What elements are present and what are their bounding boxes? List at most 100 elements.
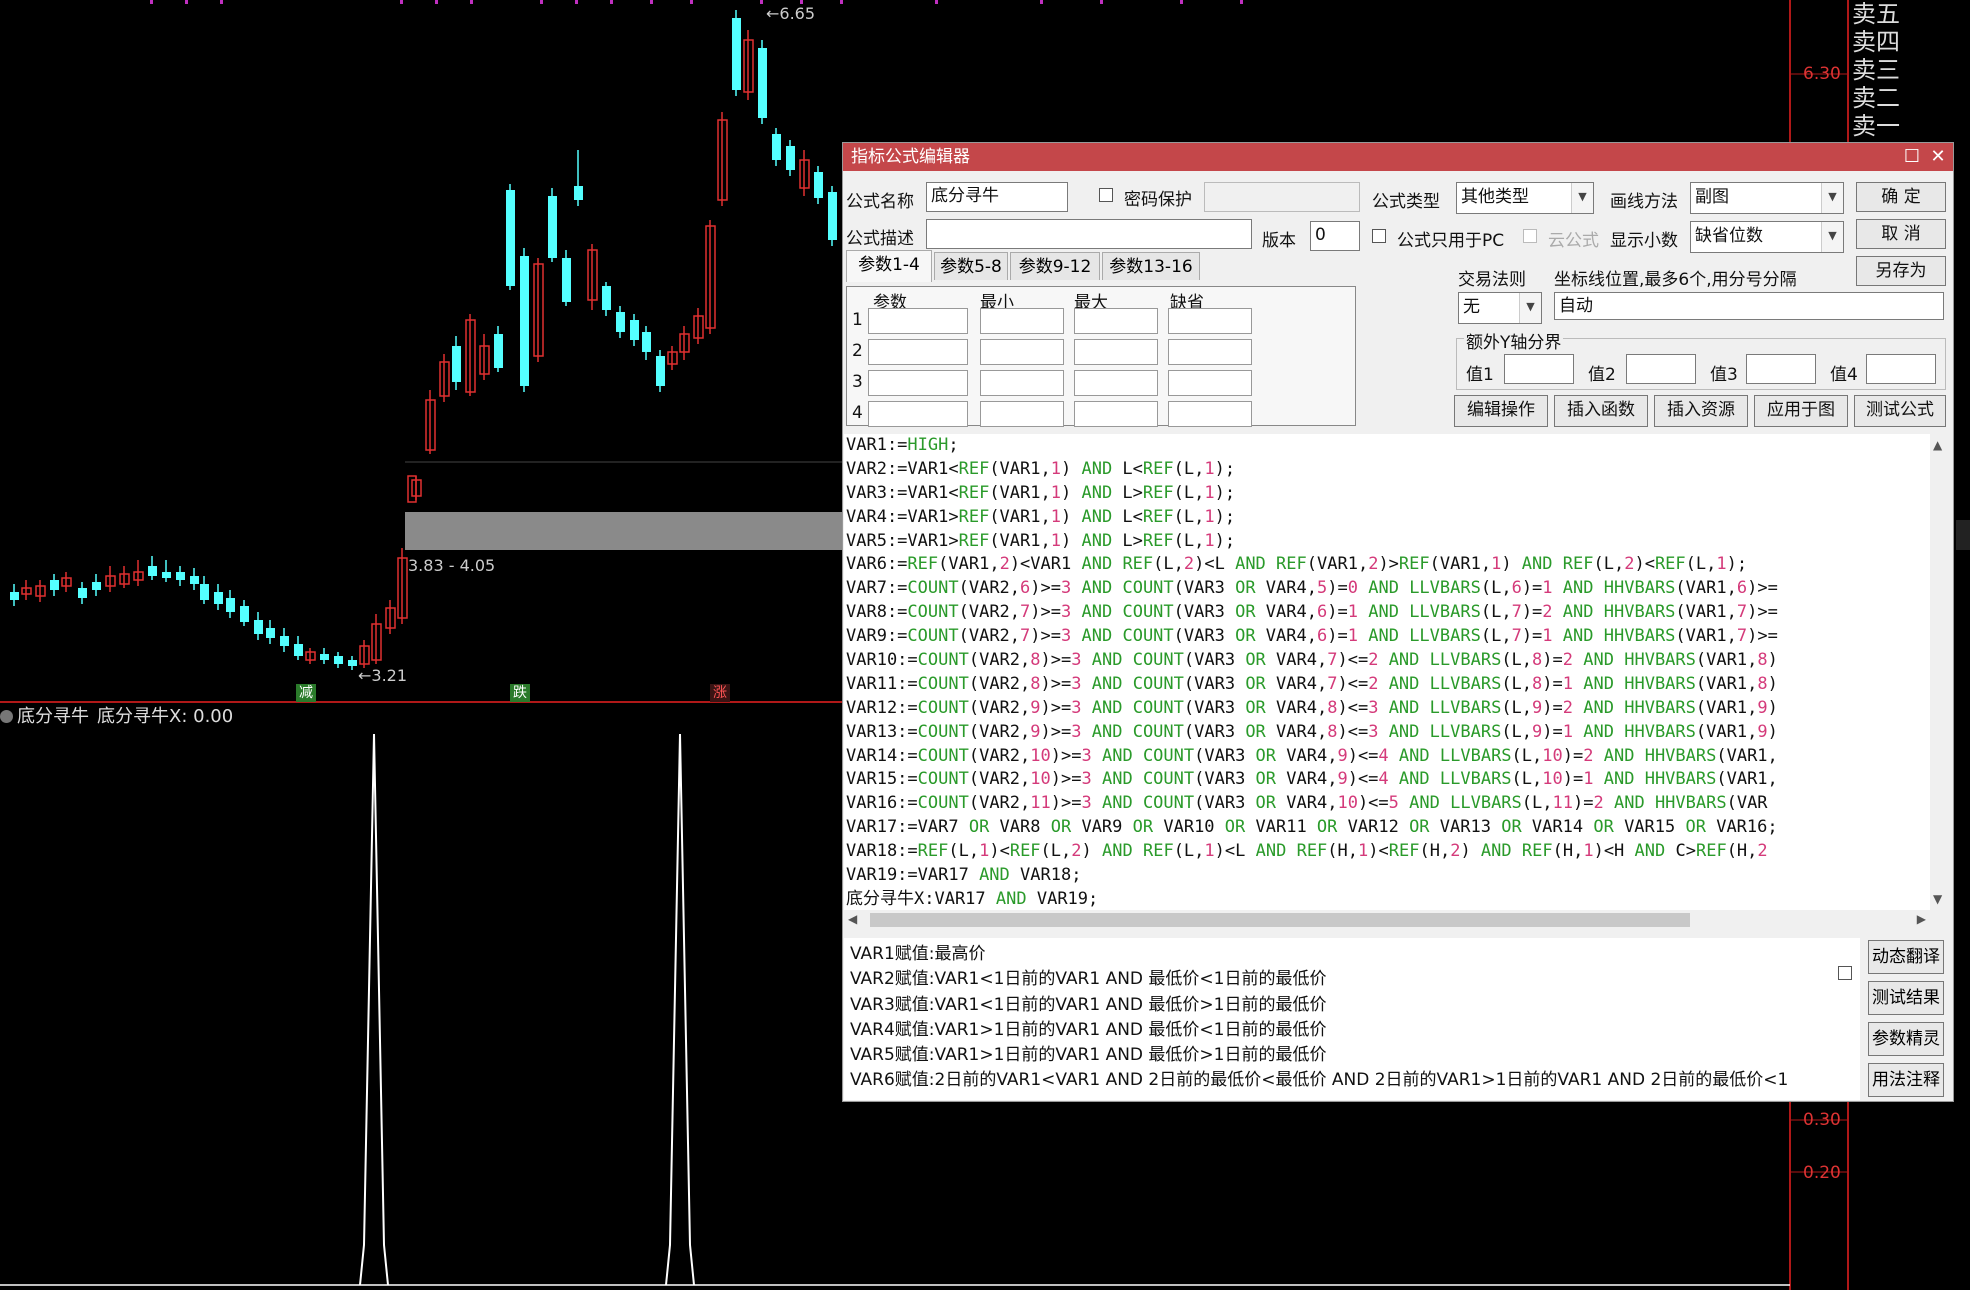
top-dot (650, 0, 653, 4)
tab-params-9-12[interactable]: 参数9-12 (1010, 252, 1100, 280)
draw-method-select[interactable]: 副图 ▼ (1690, 182, 1844, 214)
scroll-right-icon[interactable]: ▶ (1917, 912, 1926, 926)
sell1-label: 卖一 (1852, 112, 1900, 140)
code-line: VAR7:=COUNT(VAR2,6)>=3 AND COUNT(VAR3 OR… (846, 578, 1778, 599)
horizontal-scroll-thumb[interactable] (870, 913, 1690, 927)
apply-to-chart-button[interactable]: 应用于图 (1754, 395, 1848, 427)
param-cell-r4-c3[interactable] (1074, 401, 1158, 427)
param-cell-r2-c3[interactable] (1074, 339, 1158, 365)
indicator-spike (665, 733, 695, 1286)
param-row-number: 2 (852, 341, 863, 361)
formula-name-input[interactable]: 底分寻牛 (926, 182, 1068, 212)
candle-body (254, 620, 263, 634)
top-dot (1100, 0, 1103, 4)
scroll-up-icon[interactable]: ▲ (1933, 438, 1942, 452)
signal-marker: 跌 (510, 684, 530, 702)
trade-rule-select[interactable]: 无 ▼ (1458, 292, 1542, 324)
param-cell-r1-c4[interactable] (1168, 308, 1252, 334)
sell3-label: 卖三 (1852, 56, 1900, 84)
param-cell-r2-c4[interactable] (1168, 339, 1252, 365)
signal-marker: 减 (296, 684, 316, 702)
formula-code-editor[interactable]: VAR1:=HIGH; VAR2:=VAR1<REF(VAR1,1) AND L<… (844, 434, 1930, 910)
top-dot (1180, 0, 1183, 4)
candle-body (772, 134, 781, 160)
version-input[interactable]: 0 (1310, 221, 1360, 251)
tab-params-5-8[interactable]: 参数5-8 (934, 252, 1008, 280)
save-as-button[interactable]: 另存为 (1856, 256, 1946, 286)
param-cell-r2-c2[interactable] (980, 339, 1064, 365)
test-results-button[interactable]: 测试结果 (1868, 981, 1944, 1015)
candle-body (10, 592, 19, 600)
axis-position-input[interactable]: 自动 (1554, 292, 1944, 320)
maximize-icon[interactable]: ☐ (1899, 143, 1925, 171)
param-wizard-button[interactable]: 参数精灵 (1868, 1022, 1944, 1056)
y-value-1-input[interactable] (1504, 354, 1574, 384)
insert-function-button[interactable]: 插入函数 (1554, 395, 1648, 427)
axis-position-label: 坐标线位置,最多6个,用分号分隔 (1554, 270, 1797, 290)
dialog-titlebar[interactable]: 指标公式编辑器 ☐ ✕ (843, 143, 1953, 171)
translation-line: VAR1赋值:最高价 (850, 944, 986, 964)
candle-body (50, 580, 59, 590)
translation-line: VAR2赋值:VAR1<1日前的VAR1 AND 最低价<1日前的最低价 (850, 969, 1327, 990)
cloud-checkbox[interactable] (1523, 229, 1537, 243)
cancel-button[interactable]: 取 消 (1856, 219, 1946, 249)
tab-params-13-16[interactable]: 参数13-16 (1102, 252, 1200, 280)
ok-button[interactable]: 确 定 (1856, 182, 1946, 212)
price-axis-label: 6.30 (1803, 64, 1841, 84)
code-vertical-scrollbar[interactable]: ▲ ▼ (1930, 434, 1950, 910)
candle-body (656, 356, 665, 386)
price-axis-label: 0.30 (1803, 1110, 1841, 1130)
candle-body (190, 576, 199, 584)
code-line: VAR6:=REF(VAR1,2)<VAR1 AND REF(L,2)<L AN… (846, 554, 1748, 575)
param-cell-r1-c3[interactable] (1074, 308, 1158, 334)
param-cell-r4-c4[interactable] (1168, 401, 1252, 427)
notes-checkbox[interactable] (1838, 966, 1852, 980)
candle-body (240, 606, 249, 622)
close-icon[interactable]: ✕ (1925, 143, 1951, 171)
code-line: VAR4:=VAR1>REF(VAR1,1) AND L<REF(L,1); (846, 506, 1236, 527)
translation-line: VAR4赋值:VAR1>1日前的VAR1 AND 最低价<1日前的最低价 (850, 1019, 1327, 1040)
formula-translation-panel: VAR1赋值:最高价 VAR2赋值:VAR1<1日前的VAR1 AND 最低价<1… (844, 938, 1860, 1100)
code-line: VAR12:=COUNT(VAR2,9)>=3 AND COUNT(VAR3 O… (846, 697, 1778, 718)
param-row-number: 1 (852, 310, 863, 330)
password-checkbox[interactable] (1099, 188, 1113, 202)
top-dot (935, 0, 938, 4)
candle-body (616, 312, 625, 332)
param-cell-r4-c1[interactable] (868, 401, 968, 427)
param-cell-r4-c2[interactable] (980, 401, 1064, 427)
translation-line: VAR3赋值:VAR1<1日前的VAR1 AND 最低价>1日前的最低价 (850, 994, 1327, 1015)
param-cell-r1-c2[interactable] (980, 308, 1064, 334)
y-value-4-input[interactable] (1866, 354, 1936, 384)
candle-body (602, 286, 611, 310)
chevron-down-icon: ▼ (1821, 183, 1843, 213)
param-cell-r3-c2[interactable] (980, 370, 1064, 396)
param-cell-r1-c1[interactable] (868, 308, 968, 334)
usage-notes-button[interactable]: 用法注释 (1868, 1063, 1944, 1097)
pc-only-checkbox[interactable] (1372, 229, 1386, 243)
test-formula-button[interactable]: 测试公式 (1854, 395, 1946, 427)
formula-type-label: 公式类型 (1372, 192, 1440, 212)
tab-params-1-4[interactable]: 参数1-4 (846, 250, 932, 282)
dynamic-translate-button[interactable]: 动态翻译 (1868, 940, 1944, 974)
candle-body (630, 320, 639, 340)
edit-ops-button[interactable]: 编辑操作 (1454, 395, 1548, 427)
dialog-title: 指标公式编辑器 (851, 147, 970, 167)
param-cell-r2-c1[interactable] (868, 339, 968, 365)
formula-desc-input[interactable] (926, 219, 1252, 249)
formula-name-label: 公式名称 (846, 192, 914, 212)
param-cell-r3-c1[interactable] (868, 370, 968, 396)
decimals-select[interactable]: 缺省位数 ▼ (1690, 221, 1844, 253)
param-cell-r3-c4[interactable] (1168, 370, 1252, 396)
insert-resource-button[interactable]: 插入资源 (1654, 395, 1748, 427)
chevron-down-icon: ▼ (1821, 222, 1843, 252)
candle-body (334, 656, 343, 664)
y-value-2-input[interactable] (1626, 354, 1696, 384)
candle-body (280, 636, 289, 646)
param-cell-r3-c3[interactable] (1074, 370, 1158, 396)
indicator-toggle-icon[interactable] (0, 710, 13, 723)
code-horizontal-scrollbar[interactable]: ◀ ▶ (844, 910, 1930, 930)
y-value-3-input[interactable] (1746, 354, 1816, 384)
scroll-down-icon[interactable]: ▼ (1933, 892, 1942, 906)
formula-type-select[interactable]: 其他类型 ▼ (1456, 182, 1594, 214)
scroll-left-icon[interactable]: ◀ (848, 912, 857, 926)
